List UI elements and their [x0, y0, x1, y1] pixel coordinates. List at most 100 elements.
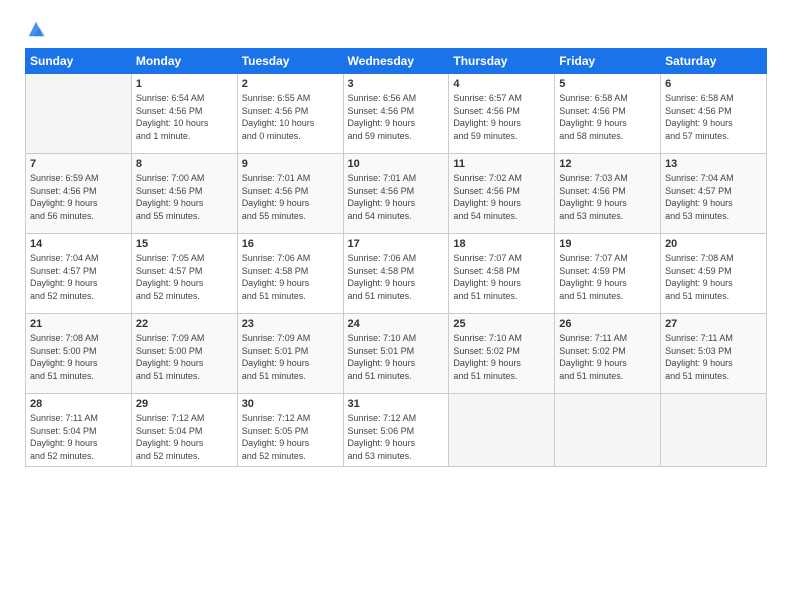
calendar-cell: 7 Sunrise: 6:59 AMSunset: 4:56 PMDaylight…: [26, 154, 132, 234]
day-number: 30: [242, 398, 339, 410]
day-number: 28: [30, 398, 127, 410]
day-info: Sunrise: 7:10 AMSunset: 5:01 PMDaylight:…: [348, 332, 445, 382]
calendar-cell: [26, 74, 132, 154]
day-number: 15: [136, 238, 233, 250]
logo: [25, 20, 45, 38]
day-info: Sunrise: 7:02 AMSunset: 4:56 PMDaylight:…: [453, 172, 550, 222]
day-info: Sunrise: 7:07 AMSunset: 4:58 PMDaylight:…: [453, 252, 550, 302]
day-info: Sunrise: 6:59 AMSunset: 4:56 PMDaylight:…: [30, 172, 127, 222]
day-number: 11: [453, 158, 550, 170]
calendar-header-saturday: Saturday: [661, 49, 767, 74]
day-number: 29: [136, 398, 233, 410]
calendar-cell: 18 Sunrise: 7:07 AMSunset: 4:58 PMDayligh…: [449, 234, 555, 314]
calendar-header-tuesday: Tuesday: [237, 49, 343, 74]
calendar-cell: 31 Sunrise: 7:12 AMSunset: 5:06 PMDayligh…: [343, 394, 449, 467]
day-info: Sunrise: 6:54 AMSunset: 4:56 PMDaylight:…: [136, 92, 233, 142]
calendar-cell: [555, 394, 661, 467]
calendar-week-0: 1Sunrise: 6:54 AMSunset: 4:56 PMDaylight…: [26, 74, 767, 154]
day-number: 31: [348, 398, 445, 410]
calendar-cell: 14 Sunrise: 7:04 AMSunset: 4:57 PMDayligh…: [26, 234, 132, 314]
day-info: Sunrise: 7:04 AMSunset: 4:57 PMDaylight:…: [30, 252, 127, 302]
calendar-header-wednesday: Wednesday: [343, 49, 449, 74]
calendar-cell: 3Sunrise: 6:56 AMSunset: 4:56 PMDaylight…: [343, 74, 449, 154]
day-number: 26: [559, 318, 656, 330]
calendar-cell: 4 Sunrise: 6:57 AMSunset: 4:56 PMDaylight…: [449, 74, 555, 154]
calendar-header-thursday: Thursday: [449, 49, 555, 74]
day-number: 25: [453, 318, 550, 330]
day-number: 9: [242, 158, 339, 170]
day-info: Sunrise: 7:03 AMSunset: 4:56 PMDaylight:…: [559, 172, 656, 222]
calendar-cell: 22 Sunrise: 7:09 AMSunset: 5:00 PMDayligh…: [131, 314, 237, 394]
calendar-week-3: 21Sunrise: 7:08 AMSunset: 5:00 PMDayligh…: [26, 314, 767, 394]
day-number: 10: [348, 158, 445, 170]
calendar-cell: 11 Sunrise: 7:02 AMSunset: 4:56 PMDayligh…: [449, 154, 555, 234]
calendar-week-1: 7 Sunrise: 6:59 AMSunset: 4:56 PMDaylight…: [26, 154, 767, 234]
day-number: 17: [348, 238, 445, 250]
calendar-cell: 8 Sunrise: 7:00 AMSunset: 4:56 PMDaylight…: [131, 154, 237, 234]
calendar-header-monday: Monday: [131, 49, 237, 74]
calendar-cell: 2 Sunrise: 6:55 AMSunset: 4:56 PMDaylight…: [237, 74, 343, 154]
day-info: Sunrise: 7:06 AMSunset: 4:58 PMDaylight:…: [242, 252, 339, 302]
calendar-cell: 26 Sunrise: 7:11 AMSunset: 5:02 PMDayligh…: [555, 314, 661, 394]
day-number: 21: [30, 318, 127, 330]
day-info: Sunrise: 7:11 AMSunset: 5:04 PMDaylight:…: [30, 412, 127, 462]
day-number: 24: [348, 318, 445, 330]
calendar-week-2: 14 Sunrise: 7:04 AMSunset: 4:57 PMDayligh…: [26, 234, 767, 314]
day-number: 7: [30, 158, 127, 170]
day-number: 3: [348, 78, 445, 90]
day-info: Sunrise: 7:11 AMSunset: 5:02 PMDaylight:…: [559, 332, 656, 382]
day-info: Sunrise: 6:58 AMSunset: 4:56 PMDaylight:…: [559, 92, 656, 142]
calendar-header-friday: Friday: [555, 49, 661, 74]
day-info: Sunrise: 7:12 AMSunset: 5:06 PMDaylight:…: [348, 412, 445, 462]
calendar-header-row: SundayMondayTuesdayWednesdayThursdayFrid…: [26, 49, 767, 74]
day-info: Sunrise: 6:57 AMSunset: 4:56 PMDaylight:…: [453, 92, 550, 142]
calendar-cell: 9Sunrise: 7:01 AMSunset: 4:56 PMDaylight…: [237, 154, 343, 234]
calendar-cell: 5 Sunrise: 6:58 AMSunset: 4:56 PMDaylight…: [555, 74, 661, 154]
day-info: Sunrise: 7:05 AMSunset: 4:57 PMDaylight:…: [136, 252, 233, 302]
calendar-cell: 12 Sunrise: 7:03 AMSunset: 4:56 PMDayligh…: [555, 154, 661, 234]
day-number: 18: [453, 238, 550, 250]
calendar-cell: 1Sunrise: 6:54 AMSunset: 4:56 PMDaylight…: [131, 74, 237, 154]
calendar-week-4: 28 Sunrise: 7:11 AMSunset: 5:04 PMDayligh…: [26, 394, 767, 467]
day-info: Sunrise: 7:11 AMSunset: 5:03 PMDaylight:…: [665, 332, 762, 382]
day-info: Sunrise: 7:07 AMSunset: 4:59 PMDaylight:…: [559, 252, 656, 302]
calendar-cell: [661, 394, 767, 467]
calendar-cell: 15 Sunrise: 7:05 AMSunset: 4:57 PMDayligh…: [131, 234, 237, 314]
calendar-cell: 25 Sunrise: 7:10 AMSunset: 5:02 PMDayligh…: [449, 314, 555, 394]
day-info: Sunrise: 7:01 AMSunset: 4:56 PMDaylight:…: [348, 172, 445, 222]
day-info: Sunrise: 6:58 AMSunset: 4:56 PMDaylight:…: [665, 92, 762, 142]
day-number: 22: [136, 318, 233, 330]
calendar-cell: 13Sunrise: 7:04 AMSunset: 4:57 PMDayligh…: [661, 154, 767, 234]
day-number: 27: [665, 318, 762, 330]
day-info: Sunrise: 7:10 AMSunset: 5:02 PMDaylight:…: [453, 332, 550, 382]
day-info: Sunrise: 7:06 AMSunset: 4:58 PMDaylight:…: [348, 252, 445, 302]
calendar-cell: 19 Sunrise: 7:07 AMSunset: 4:59 PMDayligh…: [555, 234, 661, 314]
calendar-cell: 24 Sunrise: 7:10 AMSunset: 5:01 PMDayligh…: [343, 314, 449, 394]
day-info: Sunrise: 7:12 AMSunset: 5:05 PMDaylight:…: [242, 412, 339, 462]
day-number: 2: [242, 78, 339, 90]
day-number: 20: [665, 238, 762, 250]
day-number: 16: [242, 238, 339, 250]
logo-icon: [27, 20, 45, 38]
day-number: 8: [136, 158, 233, 170]
day-info: Sunrise: 7:08 AMSunset: 4:59 PMDaylight:…: [665, 252, 762, 302]
day-info: Sunrise: 7:00 AMSunset: 4:56 PMDaylight:…: [136, 172, 233, 222]
calendar-cell: 10 Sunrise: 7:01 AMSunset: 4:56 PMDayligh…: [343, 154, 449, 234]
calendar-cell: 21Sunrise: 7:08 AMSunset: 5:00 PMDayligh…: [26, 314, 132, 394]
calendar-header-sunday: Sunday: [26, 49, 132, 74]
day-info: Sunrise: 6:55 AMSunset: 4:56 PMDaylight:…: [242, 92, 339, 142]
day-number: 4: [453, 78, 550, 90]
calendar-cell: 28 Sunrise: 7:11 AMSunset: 5:04 PMDayligh…: [26, 394, 132, 467]
day-number: 5: [559, 78, 656, 90]
calendar-cell: 20 Sunrise: 7:08 AMSunset: 4:59 PMDayligh…: [661, 234, 767, 314]
day-info: Sunrise: 7:09 AMSunset: 5:00 PMDaylight:…: [136, 332, 233, 382]
day-number: 12: [559, 158, 656, 170]
day-number: 19: [559, 238, 656, 250]
calendar-cell: 29Sunrise: 7:12 AMSunset: 5:04 PMDayligh…: [131, 394, 237, 467]
day-number: 6: [665, 78, 762, 90]
calendar-cell: 17 Sunrise: 7:06 AMSunset: 4:58 PMDayligh…: [343, 234, 449, 314]
calendar-cell: 16 Sunrise: 7:06 AMSunset: 4:58 PMDayligh…: [237, 234, 343, 314]
calendar: SundayMondayTuesdayWednesdayThursdayFrid…: [25, 48, 767, 467]
day-info: Sunrise: 7:09 AMSunset: 5:01 PMDaylight:…: [242, 332, 339, 382]
day-number: 14: [30, 238, 127, 250]
